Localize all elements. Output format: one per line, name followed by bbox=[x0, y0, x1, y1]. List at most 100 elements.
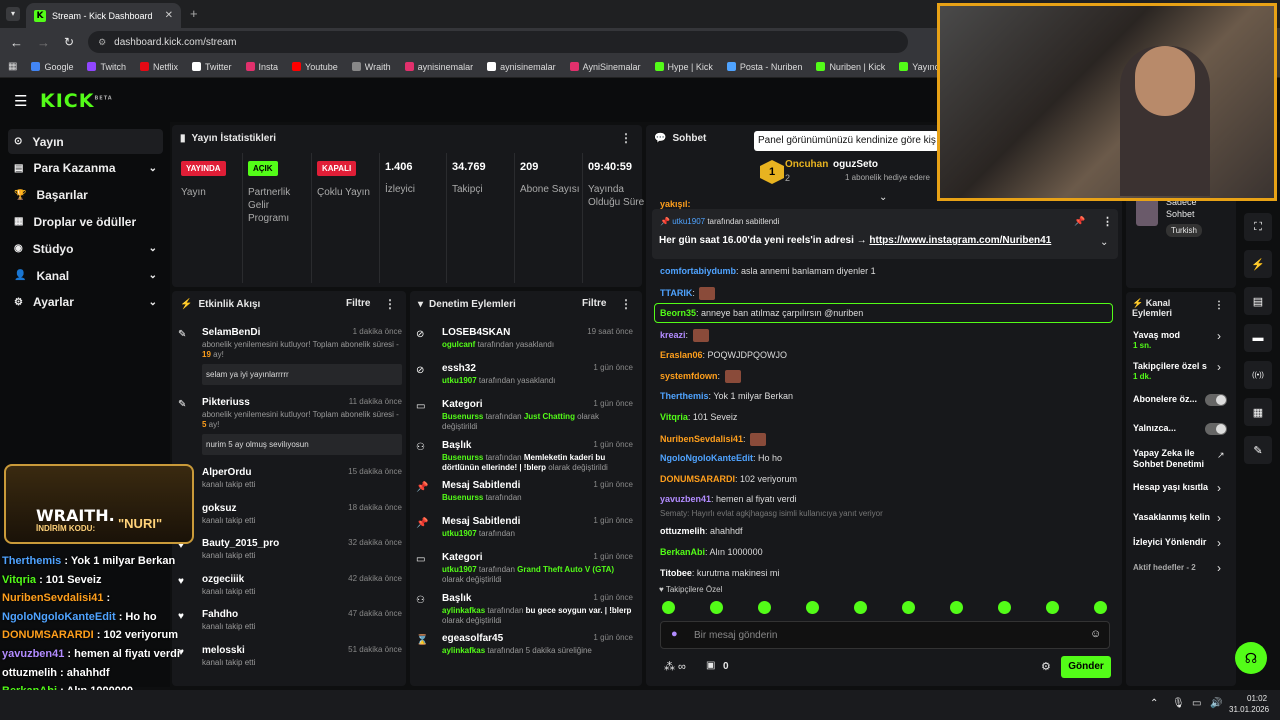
browser-tab[interactable]: K Stream - Kick Dashboard ✕ bbox=[26, 3, 181, 28]
pin-icon[interactable]: 📌 bbox=[1074, 216, 1085, 227]
toggle-switch[interactable] bbox=[1205, 394, 1227, 406]
bookmark-item[interactable]: Wraith bbox=[351, 62, 391, 72]
close-tab-icon[interactable]: ✕ bbox=[165, 10, 173, 21]
channel-action-item[interactable]: Yavaş mod 1 sn. bbox=[1133, 330, 1228, 350]
moderation-filter-button[interactable]: Filtre bbox=[582, 298, 606, 309]
moderator-name[interactable]: ogulcanf bbox=[442, 340, 475, 349]
moderator-name[interactable]: utku1907 bbox=[442, 565, 477, 574]
moderator-name[interactable]: Busenurss bbox=[442, 453, 483, 462]
activity-filter-button[interactable]: Filtre bbox=[346, 298, 370, 309]
fullscreen-icon[interactable]: ⛶ bbox=[1244, 213, 1272, 241]
bookmark-item[interactable]: aynisinemalar bbox=[487, 62, 556, 72]
chevron-right-icon[interactable]: › bbox=[1217, 561, 1221, 575]
moderator-name[interactable]: aylinkafkas bbox=[442, 606, 485, 615]
sidebar-item-settings[interactable]: ⚙ Ayarlar ⌄ bbox=[8, 290, 163, 315]
broadcast-icon[interactable]: ((•)) bbox=[1244, 361, 1272, 389]
channel-action-item[interactable]: Yasaklanmış kelin bbox=[1133, 512, 1228, 523]
bookmark-item[interactable]: Netflix bbox=[140, 62, 178, 72]
chat-username[interactable]: Vitqria bbox=[660, 412, 688, 422]
emote-picker-icon[interactable] bbox=[758, 601, 771, 614]
chat-username[interactable]: Eraslan06 bbox=[660, 350, 703, 360]
bookmark-item[interactable]: Hype | Kick bbox=[654, 62, 713, 72]
moderator-name[interactable]: aylinkafkas bbox=[442, 646, 485, 655]
mic-tray-icon[interactable]: 🎙 bbox=[1172, 698, 1185, 709]
url-field[interactable]: ⚙ dashboard.kick.com/stream bbox=[88, 31, 909, 53]
emote-picker-icon[interactable] bbox=[1094, 601, 1107, 614]
emote-picker-icon[interactable] bbox=[806, 601, 819, 614]
sidebar-item-studio[interactable]: ◉ Stüdyo ⌄ bbox=[8, 236, 163, 261]
bookmark-item[interactable]: Google bbox=[31, 62, 73, 72]
channel-action-item[interactable]: Hesap yaşı kısıtla bbox=[1133, 482, 1228, 493]
new-tab-icon[interactable]: + bbox=[190, 6, 198, 21]
sidebar-item-channel[interactable]: 👤 Kanal ⌄ bbox=[8, 263, 163, 288]
chat-username[interactable]: TTARIK bbox=[660, 288, 692, 298]
bookmark-item[interactable]: Insta bbox=[245, 62, 278, 72]
reload-icon[interactable]: ↻ bbox=[64, 35, 74, 49]
chevron-right-icon[interactable]: › bbox=[1217, 360, 1221, 374]
emote-picker-icon[interactable] bbox=[710, 601, 723, 614]
chevron-down-icon[interactable]: ⌄ bbox=[149, 297, 157, 308]
chat-bubble-icon[interactable]: ▬ bbox=[1244, 324, 1272, 352]
bookmark-item[interactable]: Twitch bbox=[87, 62, 126, 72]
chat-username[interactable]: Titobee bbox=[660, 568, 692, 578]
apps-icon[interactable]: ▦ bbox=[8, 61, 17, 72]
moderation-menu-icon[interactable]: ⋮ bbox=[620, 297, 632, 311]
chevron-right-icon[interactable]: › bbox=[1217, 481, 1221, 495]
channel-action-item[interactable]: Yapay Zeka ile Sohbet Denetimi bbox=[1133, 448, 1228, 470]
notes-icon[interactable]: ▤ bbox=[1244, 287, 1272, 315]
menu-icon[interactable]: ☰ bbox=[14, 92, 27, 110]
sidebar-item-broadcast[interactable]: ⊙ Yayın bbox=[8, 129, 163, 154]
chevron-down-icon[interactable]: ⌄ bbox=[149, 243, 157, 254]
channel-action-item[interactable]: Takipçilere özel s1 dk. bbox=[1133, 361, 1228, 381]
bookmark-item[interactable]: Youtube bbox=[292, 62, 338, 72]
stats-menu-icon[interactable]: ⋮ bbox=[620, 131, 632, 145]
mic-icon[interactable]: ● bbox=[671, 628, 678, 640]
chevron-right-icon[interactable]: › bbox=[1217, 511, 1221, 525]
emote-picker-icon[interactable] bbox=[662, 601, 675, 614]
site-info-icon[interactable]: ⚙ bbox=[98, 37, 106, 48]
chat-username[interactable]: systemfdown bbox=[660, 371, 718, 381]
bookmark-item[interactable]: AyniSinemalar bbox=[569, 62, 641, 72]
activity-menu-icon[interactable]: ⋮ bbox=[384, 297, 396, 311]
lightning-icon[interactable]: ⚡ bbox=[1244, 250, 1272, 278]
channel-action-item[interactable]: Aktif hedefler - 2 bbox=[1133, 562, 1228, 573]
chevron-down-icon[interactable]: ⌄ bbox=[149, 163, 157, 174]
external-link-icon[interactable]: ↗ bbox=[1217, 450, 1225, 461]
chat-username[interactable]: Beorn35 bbox=[660, 308, 696, 318]
emote-picker-icon[interactable] bbox=[950, 601, 963, 614]
volume-icon[interactable]: 🔊 bbox=[1210, 698, 1222, 709]
chevron-right-icon[interactable]: › bbox=[1217, 329, 1221, 343]
tray-chevron-icon[interactable]: ⌃ bbox=[1150, 698, 1158, 709]
wrench-icon[interactable]: ✎ bbox=[1244, 436, 1272, 464]
moderator-name[interactable]: Busenurss bbox=[442, 493, 483, 502]
chat-username[interactable]: kreazi bbox=[660, 330, 686, 340]
emote-picker-icon[interactable] bbox=[1046, 601, 1059, 614]
chevron-right-icon[interactable]: › bbox=[1217, 536, 1221, 550]
top-gifter-name[interactable]: Oncuhan bbox=[785, 159, 828, 170]
network-icon[interactable]: ▭ bbox=[1192, 698, 1201, 709]
layout-icon[interactable]: ▦ bbox=[1244, 398, 1272, 426]
sidebar-item-monetization[interactable]: ▤ Para Kazanma ⌄ bbox=[8, 156, 163, 181]
moderator-name[interactable]: utku1907 bbox=[442, 529, 477, 538]
chat-username[interactable]: comfortabiydumb bbox=[660, 266, 736, 276]
chat-username[interactable]: NgoloNgoloKanteEdit bbox=[660, 453, 753, 463]
emoji-icon[interactable]: ☺ bbox=[1090, 628, 1101, 640]
gifter-name[interactable]: oguzSeto bbox=[833, 159, 878, 170]
chat-username[interactable]: Therthemis bbox=[660, 391, 709, 401]
sidebar-item-drops[interactable]: ▦ Droplar ve ödüller bbox=[8, 209, 163, 234]
points-icon[interactable]: ⁂ ∞ bbox=[664, 660, 686, 673]
toggle-switch[interactable] bbox=[1205, 423, 1227, 435]
chat-username[interactable]: DONUMSARARDI bbox=[660, 474, 735, 484]
bookmark-item[interactable]: aynisinemalar bbox=[404, 62, 473, 72]
pinned-by-user[interactable]: 📌 utku1907 tarafından sabitlendi bbox=[660, 217, 779, 226]
emote-picker-icon[interactable] bbox=[902, 601, 915, 614]
chevron-down-icon[interactable]: ⌄ bbox=[879, 192, 887, 203]
pinned-menu-icon[interactable]: ⋮ bbox=[1102, 215, 1113, 228]
tab-list-icon[interactable]: ▾ bbox=[6, 7, 20, 21]
channel-action-item[interactable]: İzleyici Yönlendir bbox=[1133, 537, 1228, 548]
chat-username[interactable]: yavuzben41 bbox=[660, 494, 711, 504]
pinned-link[interactable]: https://www.instagram.com/Nuriben41 bbox=[869, 235, 1051, 246]
forward-icon[interactable]: → bbox=[37, 35, 50, 50]
actions-menu-icon[interactable]: ⋮ bbox=[1214, 300, 1224, 311]
bookmark-item[interactable]: Posta - Nuriben bbox=[726, 62, 802, 72]
